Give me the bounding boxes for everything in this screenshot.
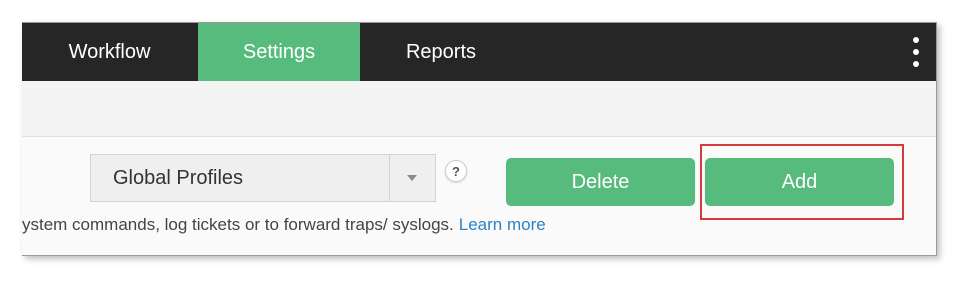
help-icon[interactable]: ?	[445, 160, 467, 182]
top-nav-bar: Workflow Settings Reports	[22, 23, 936, 81]
delete-button[interactable]: Delete	[506, 158, 695, 206]
profiles-panel: Global Profiles ? Delete Add ystem comma…	[22, 137, 936, 255]
sub-header-bar	[22, 81, 936, 137]
profiles-description: ystem commands, log tickets or to forwar…	[22, 213, 546, 237]
description-text: ystem commands, log tickets or to forwar…	[22, 215, 454, 234]
profile-type-select[interactable]: Global Profiles	[90, 154, 436, 202]
select-divider	[389, 155, 390, 201]
tab-settings[interactable]: Settings	[198, 23, 360, 81]
learn-more-link[interactable]: Learn more	[459, 215, 546, 234]
profile-type-select-value: Global Profiles	[113, 167, 244, 189]
app-window: Workflow Settings Reports Global Profile…	[22, 22, 937, 256]
tab-reports[interactable]: Reports	[360, 23, 522, 81]
chevron-down-icon[interactable]	[407, 175, 417, 181]
add-button[interactable]: Add	[705, 158, 894, 206]
tab-workflow[interactable]: Workflow	[22, 23, 197, 81]
kebab-vertical-icon[interactable]	[910, 37, 922, 67]
